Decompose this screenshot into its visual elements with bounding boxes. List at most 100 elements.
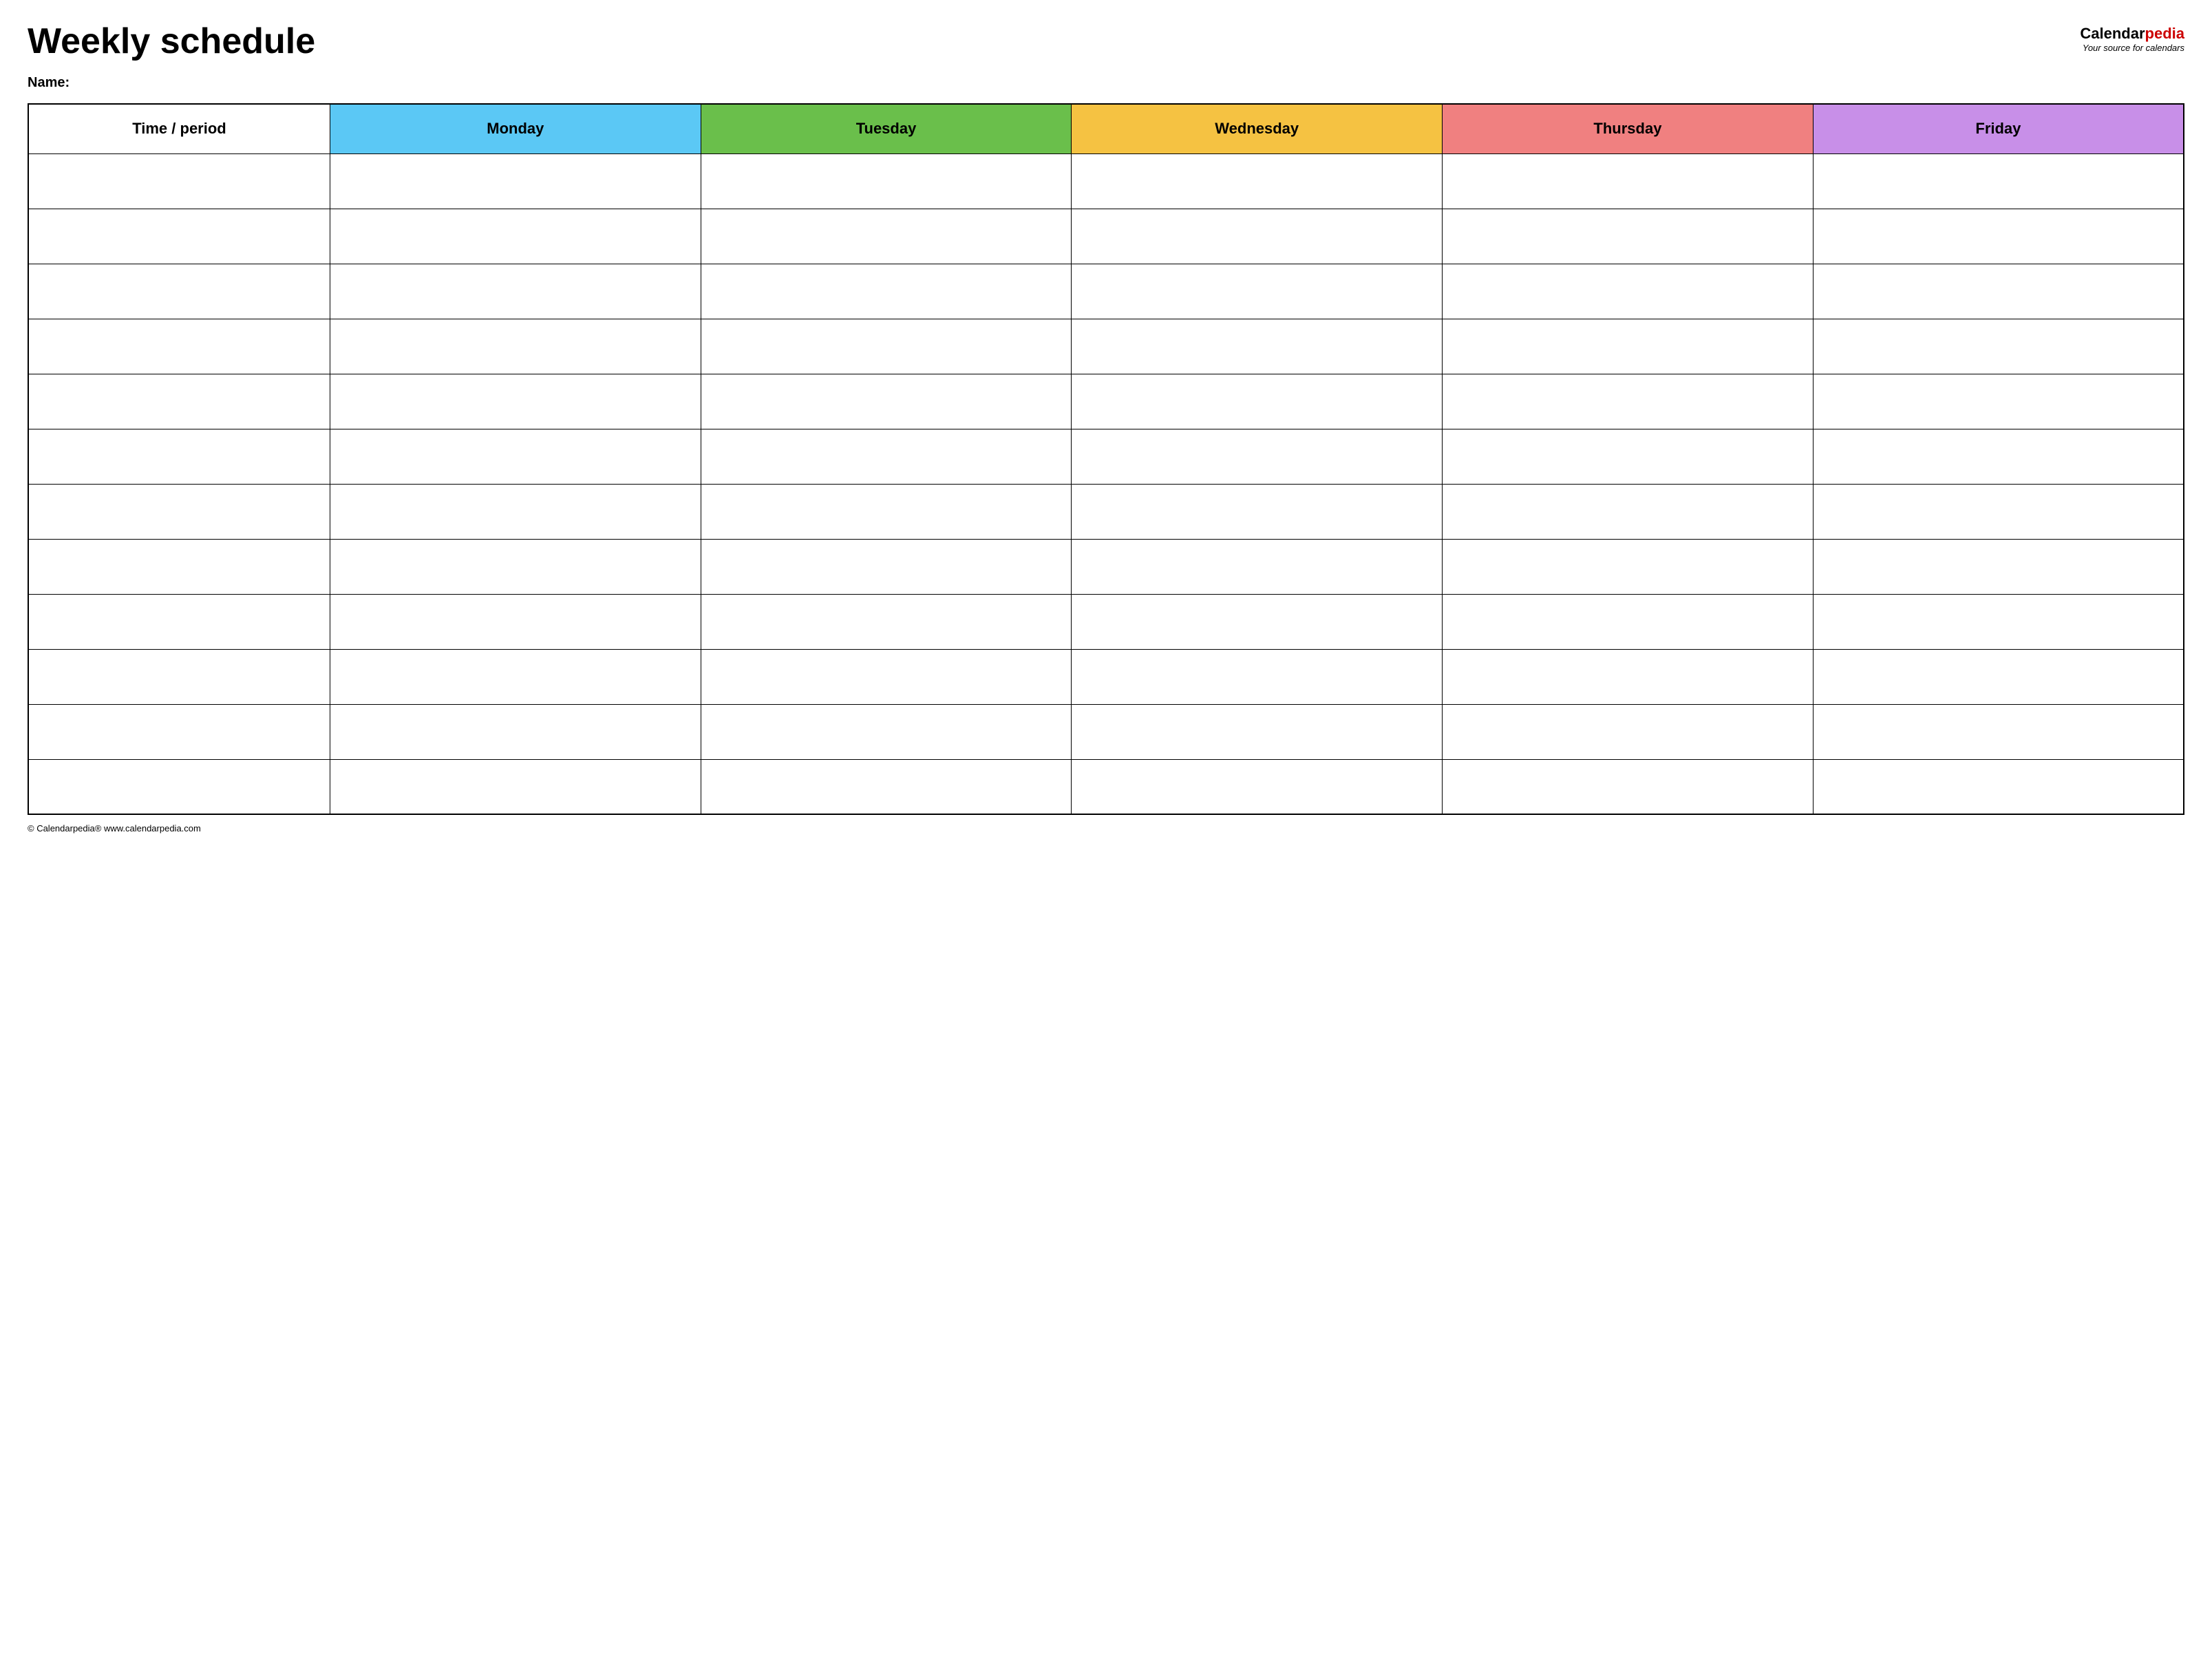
table-cell[interactable]	[28, 539, 330, 594]
table-cell[interactable]	[330, 484, 701, 539]
logo-subtitle: Your source for calendars	[2080, 43, 2184, 53]
page-header: Weekly schedule Calendarpedia Your sourc…	[28, 22, 2184, 61]
logo-text: Calendarpedia	[2080, 25, 2184, 43]
table-cell[interactable]	[28, 649, 330, 704]
table-cell[interactable]	[1813, 704, 2184, 759]
table-row	[28, 759, 2184, 814]
table-cell[interactable]	[28, 264, 330, 319]
table-cell[interactable]	[28, 153, 330, 209]
table-cell[interactable]	[28, 374, 330, 429]
table-cell[interactable]	[1443, 649, 1814, 704]
table-cell[interactable]	[1813, 319, 2184, 374]
table-row	[28, 649, 2184, 704]
table-cell[interactable]	[1813, 759, 2184, 814]
table-cell[interactable]	[1443, 209, 1814, 264]
table-cell[interactable]	[330, 153, 701, 209]
logo-pedia: pedia	[2145, 25, 2184, 42]
table-cell[interactable]	[330, 759, 701, 814]
table-cell[interactable]	[1443, 484, 1814, 539]
table-cell[interactable]	[1072, 153, 1443, 209]
table-cell[interactable]	[701, 264, 1072, 319]
table-cell[interactable]	[1072, 484, 1443, 539]
table-cell[interactable]	[701, 209, 1072, 264]
table-cell[interactable]	[330, 319, 701, 374]
table-row	[28, 264, 2184, 319]
table-row	[28, 153, 2184, 209]
table-cell[interactable]	[330, 374, 701, 429]
table-row	[28, 594, 2184, 649]
table-cell[interactable]	[1443, 153, 1814, 209]
table-cell[interactable]	[1443, 539, 1814, 594]
table-cell[interactable]	[330, 429, 701, 484]
table-cell[interactable]	[1813, 484, 2184, 539]
table-cell[interactable]	[1443, 264, 1814, 319]
logo: Calendarpedia Your source for calendars	[2080, 25, 2184, 53]
table-row	[28, 539, 2184, 594]
table-cell[interactable]	[701, 153, 1072, 209]
table-cell[interactable]	[1072, 209, 1443, 264]
table-cell[interactable]	[330, 704, 701, 759]
table-cell[interactable]	[1072, 319, 1443, 374]
table-cell[interactable]	[28, 759, 330, 814]
table-cell[interactable]	[1072, 264, 1443, 319]
table-cell[interactable]	[330, 209, 701, 264]
table-cell[interactable]	[1443, 429, 1814, 484]
table-cell[interactable]	[1813, 209, 2184, 264]
col-header-thursday: Thursday	[1443, 104, 1814, 153]
table-cell[interactable]	[701, 649, 1072, 704]
table-cell[interactable]	[1443, 319, 1814, 374]
table-row	[28, 319, 2184, 374]
table-cell[interactable]	[28, 429, 330, 484]
table-cell[interactable]	[1813, 264, 2184, 319]
logo-brand: Calendar	[2080, 25, 2145, 42]
col-header-friday: Friday	[1813, 104, 2184, 153]
table-cell[interactable]	[330, 649, 701, 704]
table-cell[interactable]	[28, 484, 330, 539]
name-label: Name:	[28, 75, 2184, 91]
table-cell[interactable]	[28, 594, 330, 649]
table-cell[interactable]	[701, 539, 1072, 594]
footer-text: © Calendarpedia® www.calendarpedia.com	[28, 823, 2184, 834]
table-cell[interactable]	[1443, 374, 1814, 429]
col-header-tuesday: Tuesday	[701, 104, 1072, 153]
table-cell[interactable]	[28, 704, 330, 759]
table-cell[interactable]	[1813, 374, 2184, 429]
table-cell[interactable]	[701, 429, 1072, 484]
table-cell[interactable]	[1813, 649, 2184, 704]
table-cell[interactable]	[1813, 429, 2184, 484]
table-row	[28, 429, 2184, 484]
table-cell[interactable]	[330, 539, 701, 594]
table-cell[interactable]	[28, 319, 330, 374]
table-cell[interactable]	[330, 264, 701, 319]
col-header-monday: Monday	[330, 104, 701, 153]
table-cell[interactable]	[701, 594, 1072, 649]
table-cell[interactable]	[1443, 759, 1814, 814]
table-cell[interactable]	[701, 759, 1072, 814]
table-row	[28, 374, 2184, 429]
col-header-wednesday: Wednesday	[1072, 104, 1443, 153]
table-cell[interactable]	[1072, 374, 1443, 429]
table-cell[interactable]	[1072, 649, 1443, 704]
table-cell[interactable]	[701, 704, 1072, 759]
table-cell[interactable]	[1813, 153, 2184, 209]
table-cell[interactable]	[1813, 594, 2184, 649]
table-cell[interactable]	[1813, 539, 2184, 594]
table-cell[interactable]	[1072, 594, 1443, 649]
table-cell[interactable]	[1072, 704, 1443, 759]
table-cell[interactable]	[701, 374, 1072, 429]
col-header-time: Time / period	[28, 104, 330, 153]
table-cell[interactable]	[701, 484, 1072, 539]
table-row	[28, 704, 2184, 759]
table-cell[interactable]	[330, 594, 701, 649]
table-cell[interactable]	[1443, 594, 1814, 649]
schedule-table: Time / period Monday Tuesday Wednesday T…	[28, 103, 2184, 815]
table-cell[interactable]	[1443, 704, 1814, 759]
table-cell[interactable]	[1072, 429, 1443, 484]
table-row	[28, 484, 2184, 539]
table-cell[interactable]	[28, 209, 330, 264]
table-cell[interactable]	[1072, 539, 1443, 594]
table-cell[interactable]	[701, 319, 1072, 374]
page-title: Weekly schedule	[28, 22, 315, 61]
table-cell[interactable]	[1072, 759, 1443, 814]
table-header-row: Time / period Monday Tuesday Wednesday T…	[28, 104, 2184, 153]
